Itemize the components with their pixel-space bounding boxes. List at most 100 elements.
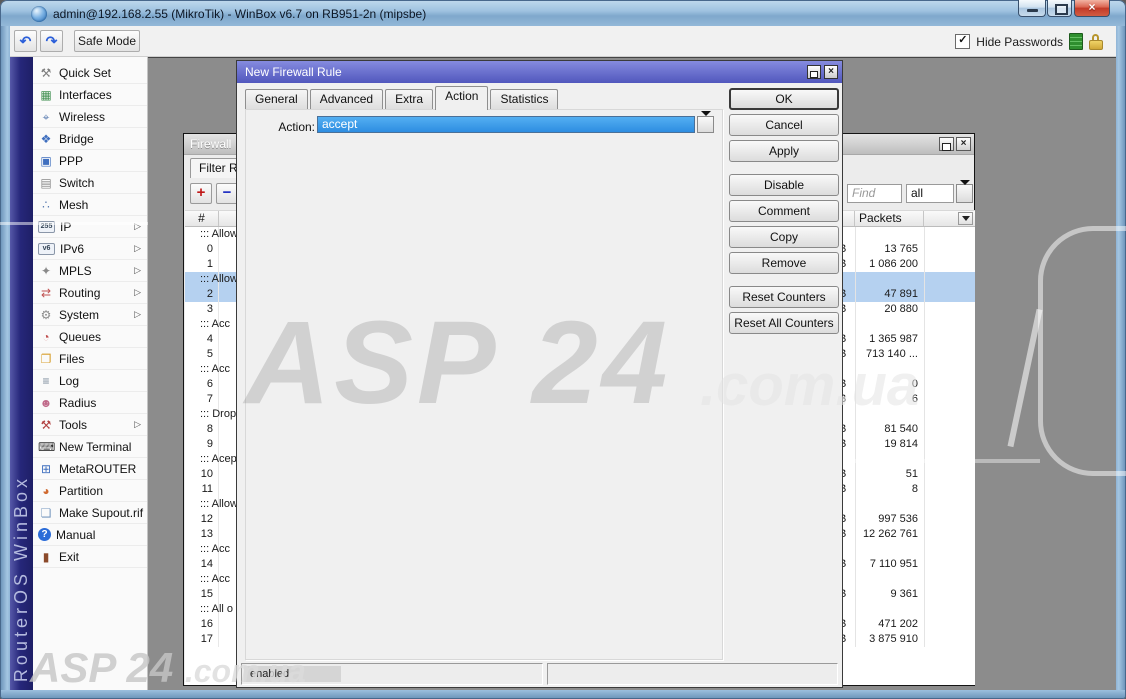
cell-trailing <box>925 557 975 572</box>
safe-mode-button[interactable]: Safe Mode <box>74 30 140 52</box>
sidebar-item-label: Partition <box>59 484 103 498</box>
reset-all-counters-button[interactable]: Reset All Counters <box>729 312 839 334</box>
cancel-button[interactable]: Cancel <box>729 114 839 136</box>
cell-packets <box>856 227 925 242</box>
ok-button[interactable]: OK <box>729 88 839 110</box>
maximize-button[interactable] <box>1047 0 1072 17</box>
comment-button[interactable]: Comment <box>729 200 839 222</box>
sidebar-item-mpls[interactable]: ✦MPLS▷ <box>33 260 147 282</box>
ip-icon: 255 <box>38 221 55 233</box>
cell-trailing <box>925 542 975 557</box>
quick-set-icon: ⚒ <box>38 66 54 80</box>
firewall-maximize-button[interactable] <box>939 137 954 151</box>
column-header-index[interactable]: # <box>185 211 219 226</box>
tab-advanced[interactable]: Advanced <box>310 89 383 109</box>
sidebar-item-ppp[interactable]: ▣PPP <box>33 150 147 172</box>
sidebar-item-routing[interactable]: ⇄Routing▷ <box>33 282 147 304</box>
sidebar-item-log[interactable]: ≡Log <box>33 370 147 392</box>
disable-button[interactable]: Disable <box>729 174 839 196</box>
action-combobox[interactable]: accept <box>317 116 695 133</box>
sidebar-item-system[interactable]: ⚙System▷ <box>33 304 147 326</box>
sidebar-item-exit[interactable]: ▮Exit <box>33 546 147 568</box>
system-icon: ⚙ <box>38 308 54 322</box>
interfaces-icon: ▦ <box>38 88 54 102</box>
tab-action[interactable]: Action <box>435 86 488 110</box>
window-titlebar[interactable]: admin@192.168.2.55 (MikroTik) - WinBox v… <box>0 0 1126 26</box>
cell-packets <box>856 497 925 512</box>
cell-index: 9 <box>185 437 219 452</box>
sidebar-item-manual[interactable]: ?Manual <box>33 524 147 546</box>
remove-rule-button[interactable]: − <box>216 183 238 204</box>
find-button[interactable]: Find <box>847 184 902 203</box>
column-header-packets[interactable]: Packets <box>855 211 924 226</box>
sidebar-item-label: Log <box>59 374 79 388</box>
window-title: admin@192.168.2.55 (MikroTik) - WinBox v… <box>53 7 426 21</box>
cell-packets: 997 536 <box>856 512 925 527</box>
cell-packets: 1 086 200 <box>856 257 925 272</box>
firewall-close-button[interactable]: × <box>956 137 971 151</box>
undo-button[interactable]: ↶ <box>14 30 37 52</box>
reset-counters-button[interactable]: Reset Counters <box>729 286 839 308</box>
sidebar-item-label: Radius <box>59 396 96 410</box>
cell-packets: 471 202 <box>856 617 925 632</box>
dialog-tab-bar: GeneralAdvancedExtraActionStatistics <box>245 88 558 109</box>
sidebar-item-tools[interactable]: ⚒Tools▷ <box>33 414 147 436</box>
minimize-icon <box>1027 9 1038 12</box>
mesh-icon: ∴ <box>38 198 54 212</box>
tab-extra[interactable]: Extra <box>385 89 433 109</box>
make-supout-icon: ❏ <box>38 506 54 520</box>
column-filter-button[interactable] <box>958 212 973 225</box>
sidebar-item-bridge[interactable]: ❖Bridge <box>33 128 147 150</box>
cell-index: 3 <box>185 302 219 317</box>
filter-scope-select[interactable]: all <box>906 184 954 203</box>
window-border-left <box>0 26 10 699</box>
dialog-titlebar[interactable]: New Firewall Rule <box>237 61 842 83</box>
dialog-button-column: OK Cancel Apply Disable Comment Copy Remove Res… <box>729 88 839 334</box>
sidebar-item-queues[interactable]: ◔Queues <box>33 326 147 348</box>
sidebar-item-metarouter[interactable]: ⊞MetaROUTER <box>33 458 147 480</box>
minimize-button[interactable] <box>1018 0 1046 17</box>
sidebar-item-wireless[interactable]: ⌖Wireless <box>33 106 147 128</box>
sidebar-item-partition[interactable]: ◕Partition <box>33 480 147 502</box>
cell-packets: 12 262 761 <box>856 527 925 542</box>
radius-icon: ☻ <box>38 396 54 410</box>
filter-dropdown-button[interactable] <box>956 184 973 203</box>
cell-trailing <box>925 302 975 317</box>
sidebar-item-mesh[interactable]: ∴Mesh <box>33 194 147 216</box>
cell-packets <box>856 272 925 287</box>
cell-packets: 7 110 951 <box>856 557 925 572</box>
close-button[interactable]: × <box>1074 0 1110 17</box>
remove-button[interactable]: Remove <box>729 252 839 274</box>
tab-general[interactable]: General <box>245 89 308 109</box>
new-firewall-rule-dialog[interactable]: New Firewall Rule × GeneralAdvancedExtra… <box>236 60 843 688</box>
sidebar-item-ipv6[interactable]: v6IPv6▷ <box>33 238 147 260</box>
cell-trailing <box>925 362 975 377</box>
maximize-icon <box>1055 4 1068 15</box>
sidebar-item-label: Routing <box>59 286 100 300</box>
redo-button[interactable]: ↷ <box>40 30 63 52</box>
cell-trailing <box>925 392 975 407</box>
cell-trailing <box>925 572 975 587</box>
action-dropdown-button[interactable] <box>697 116 714 133</box>
hide-passwords-checkbox[interactable]: ✓ <box>955 34 970 49</box>
sidebar-item-radius[interactable]: ☻ Radius <box>33 392 147 414</box>
sidebar-item-label: Quick Set <box>59 66 111 80</box>
sidebar-item-switch[interactable]: ▤Switch <box>33 172 147 194</box>
tab-statistics[interactable]: Statistics <box>490 89 558 109</box>
cell-packets: 3 875 910 <box>856 632 925 647</box>
sidebar-item-ip[interactable]: 255IP▷ <box>33 216 147 238</box>
sidebar-item-make-supout-rif[interactable]: ❏Make Supout.rif <box>33 502 147 524</box>
sidebar-item-new-terminal[interactable]: ⌨New Terminal <box>33 436 147 458</box>
apply-button[interactable]: Apply <box>729 140 839 162</box>
submenu-arrow-icon: ▷ <box>134 243 141 254</box>
sidebar-item-files[interactable]: ❐Files <box>33 348 147 370</box>
sidebar-item-label: MetaROUTER <box>59 462 136 476</box>
copy-button[interactable]: Copy <box>729 226 839 248</box>
manual-icon: ? <box>38 528 51 541</box>
dialog-close-button[interactable]: × <box>824 65 838 79</box>
dialog-maximize-button[interactable] <box>807 65 821 79</box>
sidebar-item-interfaces[interactable]: ▦Interfaces <box>33 84 147 106</box>
add-rule-button[interactable]: + <box>190 183 212 204</box>
sidebar-item-quick-set[interactable]: ⚒ Quick Set <box>33 62 147 84</box>
hide-passwords-cluster: ✓ Hide Passwords <box>955 33 1104 50</box>
